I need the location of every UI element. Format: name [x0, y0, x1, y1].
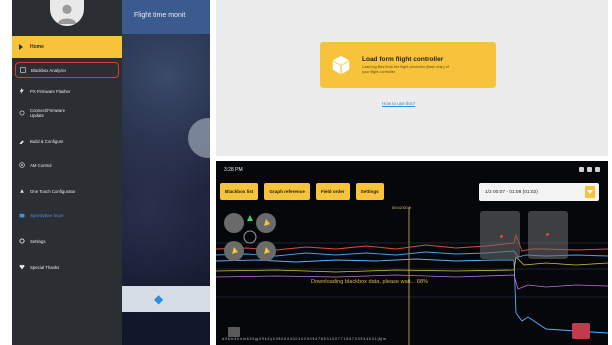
load-button-title: Load form flight controller [362, 56, 444, 63]
menu-item-label: SpeedyBee Store [30, 212, 64, 218]
menu-item[interactable]: One Touch Configurator [12, 188, 122, 194]
stick-left[interactable] [480, 211, 520, 259]
tab-field-order[interactable]: Field order [315, 183, 350, 200]
caret-icon [19, 44, 23, 50]
stick-right-position [546, 233, 549, 236]
user-icon [57, 4, 77, 24]
status-time: 3:28 PM [224, 166, 243, 173]
status-icons [579, 167, 600, 172]
motor-front-left [224, 213, 244, 233]
settings-icon [19, 238, 25, 244]
menu-item-label: Blackbox Analyzer [31, 67, 67, 73]
menu-item-label: Special Thanks [30, 264, 60, 270]
link-icon [19, 110, 25, 116]
zoom-out-icon[interactable] [228, 327, 240, 337]
touch-icon [19, 188, 25, 194]
menu-item-label: One Touch Configurator [30, 188, 76, 194]
time-range-select[interactable]: 1/2 00:07 - 01:08 (01:02) [479, 183, 599, 201]
drone-body [243, 230, 257, 244]
app-screen: Flight time monit ◆ Home Blackbox Analyz… [12, 0, 210, 345]
control-icon [19, 162, 25, 168]
thanks-icon [19, 264, 25, 270]
wifi-status-icon [587, 167, 592, 172]
menu-item-label: Build & Configure [30, 138, 64, 144]
avatar[interactable] [50, 0, 84, 26]
flash-icon [19, 88, 25, 94]
menu-item[interactable]: Settings [12, 238, 122, 244]
tab-graph-reference[interactable]: Graph reference [264, 183, 310, 200]
battery-icon [595, 167, 600, 172]
download-status-message: Downloading blackbox data, please wait..… [311, 279, 428, 285]
menu-item[interactable]: AM Control [12, 162, 122, 168]
log-footer-text: A 3 6 m 4 b n m 6 3 0 (g 0 9 k 2 y 0 3 8… [222, 337, 386, 341]
menu-item[interactable]: Blackbox Analyzer [15, 62, 119, 78]
viewer-tabs: Blackbox list Graph reference Field orde… [220, 183, 384, 200]
stick-right[interactable] [528, 211, 568, 259]
how-to-use-link[interactable]: How to use this? [382, 101, 415, 106]
menu-item[interactable]: Build & Configure [12, 138, 122, 144]
blackbox-icon [20, 67, 26, 73]
wifi-icon: ◆ [154, 292, 164, 306]
app-header-title: Flight time monit [134, 12, 186, 19]
chevron-down-icon [585, 186, 595, 198]
store-icon [19, 212, 25, 218]
cube-icon [332, 55, 350, 75]
load-from-flight-controller-button[interactable]: Load form flight controller Load log fil… [320, 42, 496, 88]
menu-item[interactable]: Connect/Firmware Update [12, 108, 122, 118]
load-button-subtitle: Load log files from the flight controlle… [362, 65, 449, 74]
menu-item-label: PX Firmware Flasher [30, 88, 71, 94]
navigation-drawer: Home Blackbox Analyzer PX Firmware Flashe… [12, 0, 122, 345]
time-range-value: 1/2 00:07 - 01:08 (01:02) [485, 189, 538, 195]
menu-item[interactable]: SpeedyBee Store [12, 212, 122, 218]
menu-item-label: Connect/Firmware Update [30, 108, 66, 118]
menu-item-home[interactable]: Home [12, 36, 122, 58]
tab-settings[interactable]: Settings [355, 183, 384, 200]
menu-item[interactable]: Special Thanks [12, 264, 122, 270]
stick-left-position [500, 235, 503, 238]
blackbox-viewer-screen: 3:28 PM Blackbox list Graph reference Fi… [216, 161, 608, 345]
load-screen: Load form flight controller Load log fil… [216, 0, 608, 156]
menu-item-label: Settings [30, 238, 46, 244]
cursor-time-label: 00:02:00.9 [392, 205, 411, 210]
menu-item-home-label: Home [30, 44, 44, 50]
signal-icon [579, 167, 584, 172]
drone-motor-diagram [224, 213, 276, 261]
bottom-bar [122, 286, 210, 312]
tab-blackbox-list[interactable]: Blackbox list [220, 183, 259, 200]
menu-item[interactable]: PX Firmware Flasher [12, 88, 122, 94]
arrow-up-icon [247, 215, 253, 221]
menu-item-label: AM Control [30, 162, 52, 168]
build-icon [19, 138, 25, 144]
status-bar: 3:28 PM [216, 161, 608, 178]
